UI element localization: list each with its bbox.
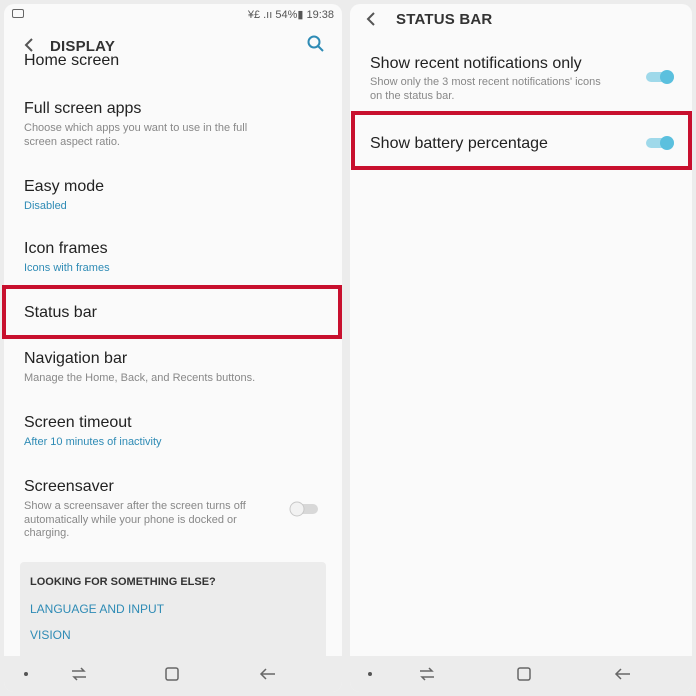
screensaver-toggle[interactable] — [288, 500, 320, 518]
screensaver-item[interactable]: Screensaver Show a screensaver after the… — [4, 474, 342, 546]
item-title: Show recent notifications only — [370, 55, 582, 72]
status-bar-settings-screen: STATUS BAR Show recent notifications onl… — [350, 4, 692, 692]
show-recent-notifications-item[interactable]: Show recent notifications only Show only… — [350, 52, 692, 112]
item-title: Full screen apps — [24, 100, 142, 117]
full-screen-apps-item[interactable]: Full screen apps Choose which apps you w… — [4, 96, 342, 156]
display-settings-screen: ¥£ .ıı 54%▮ 19:38 DISPLAY Home screen Fu… — [4, 4, 342, 692]
status-indicators: ¥£ .ıı 54%▮ 19:38 — [247, 9, 334, 21]
navigation-bar — [4, 656, 342, 692]
link-language-and-input[interactable]: LANGUAGE AND INPUT — [30, 602, 164, 616]
navigation-bar-item[interactable]: Navigation bar Manage the Home, Back, an… — [4, 348, 342, 392]
easy-mode-item[interactable]: Easy mode Disabled — [4, 174, 342, 218]
search-icon[interactable] — [306, 34, 326, 54]
item-subtitle: Icons with frames — [24, 262, 110, 274]
page-title: STATUS BAR — [396, 11, 493, 28]
card-heading: LOOKING FOR SOMETHING ELSE? — [30, 576, 216, 588]
item-subtitle: Disabled — [24, 200, 67, 212]
home-icon[interactable] — [164, 666, 180, 682]
screen-timeout-item[interactable]: Screen timeout After 10 minutes of inact… — [4, 412, 342, 456]
item-title: Navigation bar — [24, 350, 128, 367]
back-icon[interactable] — [614, 666, 632, 682]
navigation-bar — [350, 656, 692, 692]
back-arrow-icon[interactable] — [22, 38, 36, 52]
back-arrow-icon[interactable] — [364, 12, 378, 26]
item-subtitle: Manage the Home, Back, and Recents butto… — [24, 372, 256, 384]
home-screen-item[interactable]: Home screen — [4, 52, 342, 72]
item-subtitle: After 10 minutes of inactivity — [24, 436, 162, 448]
app-header: STATUS BAR — [350, 4, 692, 44]
suggestions-card: LOOKING FOR SOMETHING ELSE? LANGUAGE AND… — [20, 562, 326, 662]
home-icon[interactable] — [516, 666, 532, 682]
item-subtitle: Show a screensaver after the screen turn… — [24, 500, 246, 539]
image-icon — [12, 9, 24, 18]
highlight-status-bar — [2, 285, 342, 339]
icon-frames-item[interactable]: Icon frames Icons with frames — [4, 238, 342, 282]
item-title: Icon frames — [24, 240, 108, 257]
highlight-battery-percentage — [351, 111, 692, 170]
item-title: Screensaver — [24, 478, 114, 495]
back-icon[interactable] — [259, 666, 277, 682]
link-vision[interactable]: VISION — [30, 628, 71, 642]
recents-icon[interactable] — [70, 666, 88, 682]
item-title: Home screen — [24, 52, 120, 69]
dot-icon — [24, 672, 28, 676]
item-title: Easy mode — [24, 178, 105, 195]
dot-icon — [368, 672, 372, 676]
item-subtitle: Choose which apps you want to use in the… — [24, 122, 248, 148]
recents-icon[interactable] — [418, 666, 436, 682]
item-title: Screen timeout — [24, 414, 132, 431]
notifications-toggle[interactable] — [644, 68, 676, 86]
status-bar: ¥£ .ıı 54%▮ 19:38 — [4, 4, 342, 26]
item-subtitle: Show only the 3 most recent notification… — [370, 76, 601, 102]
